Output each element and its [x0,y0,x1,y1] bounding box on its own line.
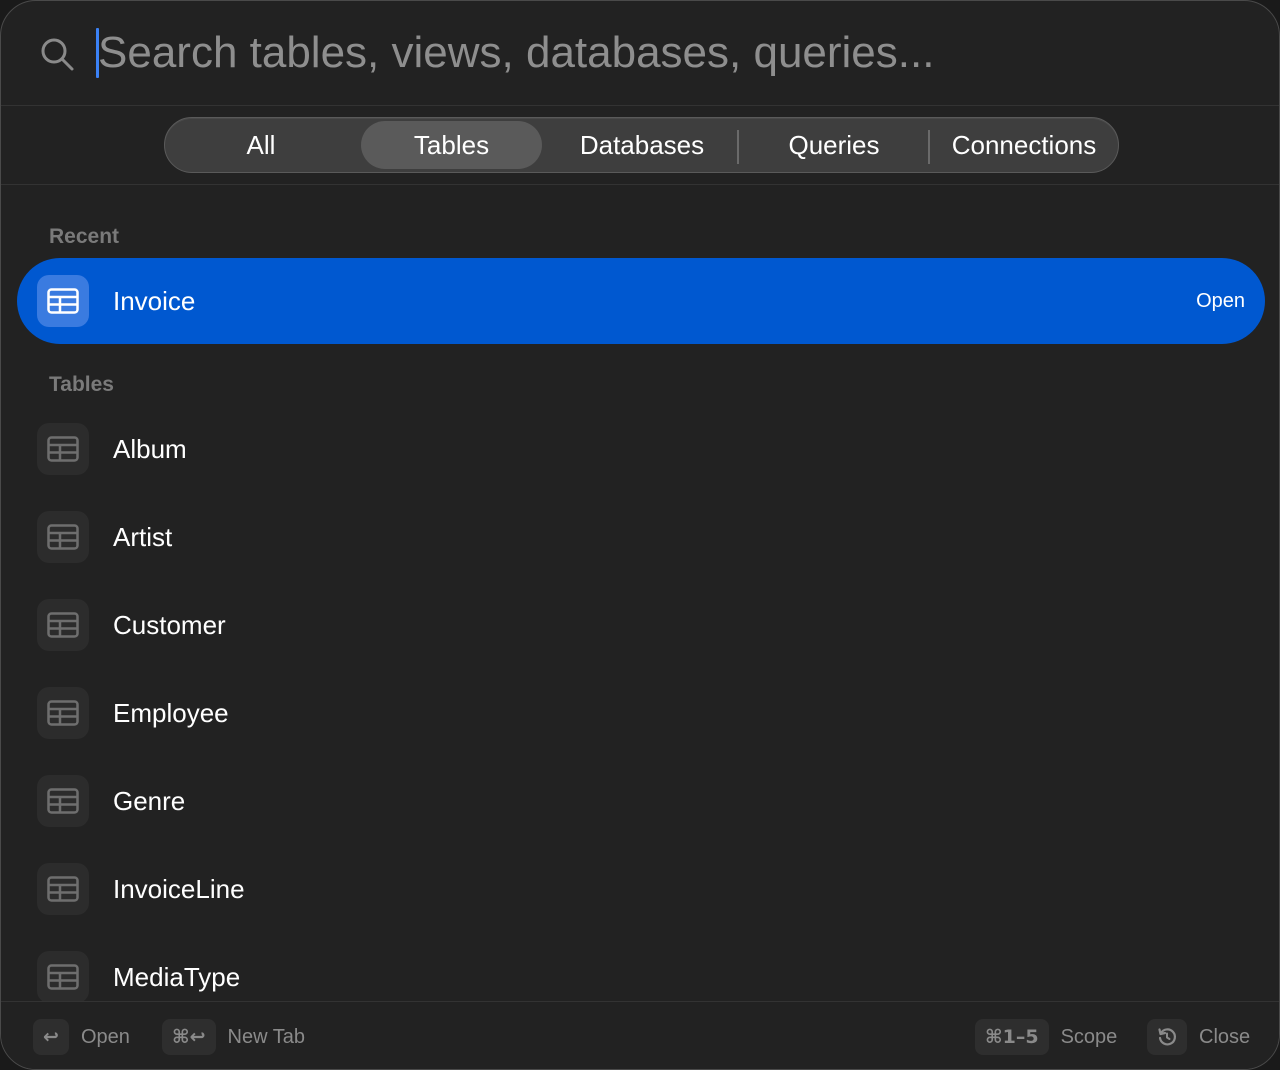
list-item-label: Customer [113,610,226,640]
tab-queries[interactable]: Queries [740,121,928,169]
list-item-label: Genre [113,786,186,816]
return-key-icon: ↩ [33,1019,69,1055]
tab-databases[interactable]: Databases [548,121,736,169]
list-item-label: Invoice [113,286,196,316]
search-bar [1,1,1279,106]
search-icon [41,38,74,71]
table-icon [37,951,89,1003]
tab-divider [928,130,930,164]
table-icon [37,599,89,651]
list-item-employee[interactable]: Employee [17,670,1265,756]
list-item-genre[interactable]: Genre [17,758,1265,844]
table-icon [37,687,89,739]
hint-label: Open [81,1025,130,1048]
scope-segmented-control: All Tables Databases Queries Connections [164,117,1119,173]
list-item-label: InvoiceLine [113,874,245,904]
tab-connections[interactable]: Connections [931,121,1117,169]
command-palette-window: All Tables Databases Queries Connections… [0,0,1280,1070]
table-icon [37,863,89,915]
hint-new-tab[interactable]: ⌘↩ New Tab [162,1019,305,1055]
list-item-label: Album [113,434,187,464]
history-icon [1147,1019,1187,1055]
list-item-invoice[interactable]: Invoice Open [17,258,1265,344]
hint-label: Scope [1060,1025,1118,1048]
table-icon [37,775,89,827]
footer-hints: ↩ Open ⌘↩ New Tab ⌘1–5 Scope Close [1,1001,1279,1069]
tab-tables[interactable]: Tables [361,121,542,169]
tab-all[interactable]: All [168,121,354,169]
search-input[interactable] [98,23,1198,83]
cmd-number-key-icon: ⌘1–5 [975,1019,1049,1055]
list-item-label: Employee [113,698,229,728]
table-icon [37,423,89,475]
cmd-return-key-icon: ⌘↩ [162,1019,216,1055]
section-header-tables: Tables [49,373,114,396]
open-action-label: Open [1196,290,1245,312]
table-icon [37,275,89,327]
hint-label: New Tab [227,1025,305,1048]
hint-open[interactable]: ↩ Open [33,1019,130,1055]
hint-scope[interactable]: ⌘1–5 Scope [975,1019,1117,1055]
table-icon [37,511,89,563]
scope-tabs-row: All Tables Databases Queries Connections [1,106,1279,185]
list-item-label: Artist [113,522,173,552]
list-item-invoiceline[interactable]: InvoiceLine [17,846,1265,932]
list-item-album[interactable]: Album [17,406,1265,492]
hint-close[interactable]: Close [1147,1019,1250,1055]
list-item-customer[interactable]: Customer [17,582,1265,668]
list-item-artist[interactable]: Artist [17,494,1265,580]
tab-divider [737,130,739,164]
hint-label: Close [1199,1025,1251,1048]
section-header-recent: Recent [49,225,120,248]
